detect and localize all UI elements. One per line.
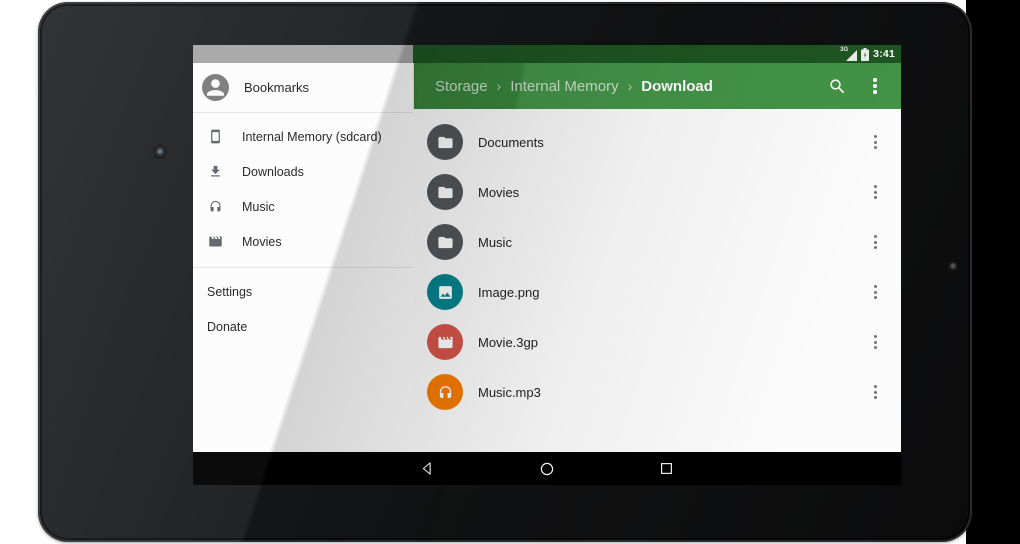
tablet-bezel: 3G 3:41 Storage › Internal Memory — [38, 2, 972, 542]
file-name: Movie.3gp — [478, 335, 538, 350]
file-row-movies[interactable]: Movies — [413, 167, 901, 217]
file-row-documents[interactable]: Documents — [413, 117, 901, 167]
file-overflow-button[interactable] — [866, 130, 884, 154]
front-camera — [154, 146, 166, 158]
smartphone-icon — [205, 129, 225, 144]
breadcrumb-separator: › — [628, 78, 633, 94]
signal-strength-icon: 3G — [840, 48, 857, 61]
search-icon — [828, 77, 847, 96]
file-overflow-button[interactable] — [866, 180, 884, 204]
folder-icon — [437, 234, 454, 251]
file-name: Image.png — [478, 285, 539, 300]
sidebar-header: Bookmarks — [193, 63, 413, 113]
sidebar-menu: Settings Donate — [193, 268, 413, 344]
movie-icon — [205, 234, 225, 249]
folder-icon — [437, 134, 454, 151]
file-row-movie-3gp[interactable]: Movie.3gp — [413, 317, 901, 367]
home-button[interactable] — [523, 452, 571, 485]
more-vert-icon — [874, 335, 877, 349]
image-icon — [437, 284, 454, 301]
breadcrumb-segment-internal-memory[interactable]: Internal Memory — [510, 78, 618, 95]
more-vert-icon — [873, 78, 877, 94]
bookmark-list: Internal Memory (sdcard) Downloads Music — [193, 113, 413, 259]
file-overflow-button[interactable] — [866, 280, 884, 304]
sidebar-item-downloads[interactable]: Downloads — [193, 154, 413, 189]
sidebar-item-settings[interactable]: Settings — [193, 274, 413, 309]
clock: 3:41 — [873, 48, 895, 60]
person-icon — [202, 74, 229, 101]
sidebar-item-music[interactable]: Music — [193, 189, 413, 224]
android-nav-bar — [193, 452, 901, 485]
file-overflow-button[interactable] — [866, 230, 884, 254]
headphones-icon — [437, 384, 454, 401]
folder-icon — [437, 184, 454, 201]
drawer-status-scrim — [193, 45, 413, 63]
bezel-reflection — [950, 263, 956, 269]
breadcrumb-segment-download[interactable]: Download — [641, 78, 713, 95]
file-row-image-png[interactable]: Image.png — [413, 267, 901, 317]
sidebar-title: Bookmarks — [244, 80, 309, 95]
file-list-panel: Documents Movies Music — [413, 109, 901, 452]
back-icon — [420, 461, 435, 476]
photo-canvas: 3G 3:41 Storage › Internal Memory — [0, 0, 1020, 544]
more-vert-icon — [874, 185, 877, 199]
search-button[interactable] — [825, 74, 849, 98]
home-icon — [539, 461, 555, 477]
tablet-screen: 3G 3:41 Storage › Internal Memory — [193, 45, 901, 485]
movie-icon — [437, 334, 454, 351]
status-bar: 3G 3:41 — [193, 45, 901, 63]
file-overflow-button[interactable] — [866, 330, 884, 354]
headphones-icon — [205, 199, 225, 214]
file-row-music[interactable]: Music — [413, 217, 901, 267]
recents-button[interactable] — [642, 452, 690, 485]
sidebar-item-donate[interactable]: Donate — [193, 309, 413, 344]
sidebar-item-movies[interactable]: Movies — [193, 224, 413, 259]
more-vert-icon — [874, 135, 877, 149]
file-name: Movies — [478, 185, 519, 200]
more-vert-icon — [874, 285, 877, 299]
file-name: Music.mp3 — [478, 385, 541, 400]
file-name: Documents — [478, 135, 544, 150]
battery-icon — [861, 48, 869, 61]
breadcrumb: Storage › Internal Memory › Download — [413, 78, 713, 95]
recents-icon — [659, 461, 674, 476]
back-button[interactable] — [403, 452, 451, 485]
sidebar: Bookmarks Internal Memory (sdcard) Downl… — [193, 63, 414, 452]
file-row-music-mp3[interactable]: Music.mp3 — [413, 367, 901, 417]
breadcrumb-separator: › — [497, 78, 502, 94]
avatar — [202, 74, 229, 101]
more-vert-icon — [874, 235, 877, 249]
status-bar-background — [413, 45, 901, 63]
sidebar-item-internal-memory[interactable]: Internal Memory (sdcard) — [193, 119, 413, 154]
download-icon — [205, 164, 225, 179]
breadcrumb-segment-storage[interactable]: Storage — [435, 78, 488, 95]
file-overflow-button[interactable] — [866, 380, 884, 404]
app-bar: Storage › Internal Memory › Download — [413, 63, 901, 109]
file-name: Music — [478, 235, 512, 250]
overflow-menu-button[interactable] — [863, 74, 887, 98]
more-vert-icon — [874, 385, 877, 399]
backdrop-shadow — [966, 0, 1020, 544]
